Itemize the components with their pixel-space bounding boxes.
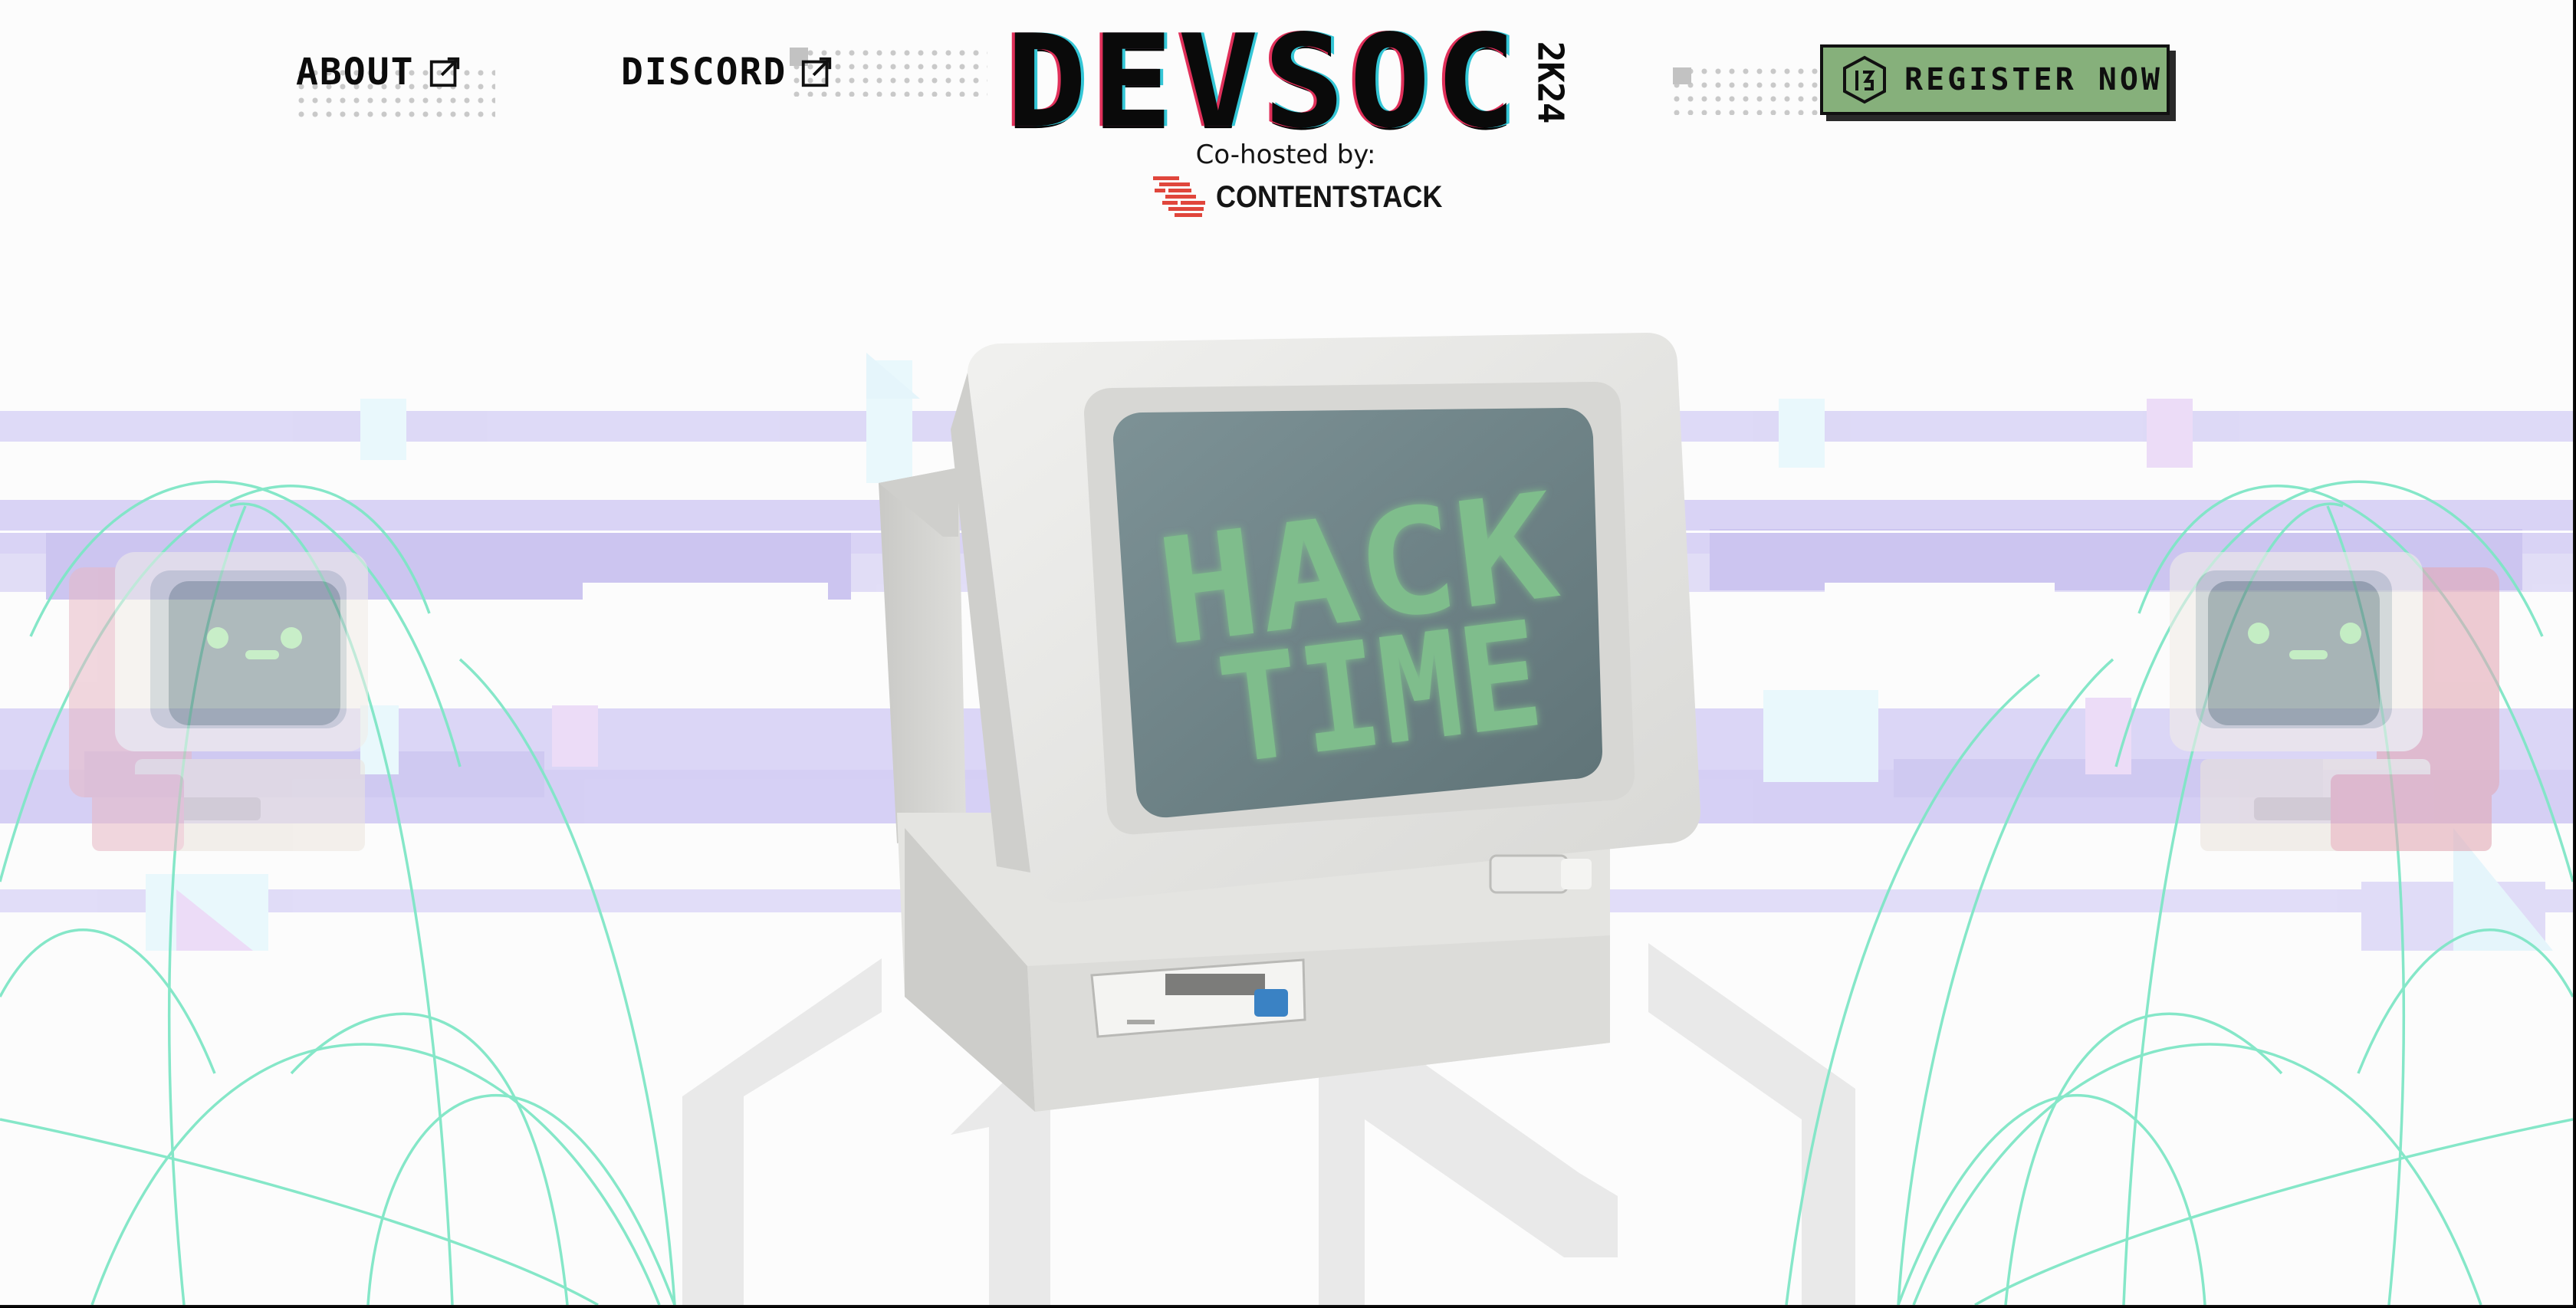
- cohost-text: Co-hosted by:: [1195, 140, 1376, 170]
- brand-logo[interactable]: DEVSOC: [1006, 7, 1573, 157]
- register-button-label: REGISTER NOW: [1904, 62, 2163, 97]
- contentstack-logo-icon: [1153, 176, 1205, 217]
- devsoc-hex-logo-icon: [1843, 55, 1886, 104]
- discord-link-label: DISCORD: [621, 51, 787, 94]
- brand-year-text: 2K24: [1530, 41, 1571, 123]
- background-watermark-shapes: [682, 943, 1855, 1305]
- external-link-icon: [429, 57, 459, 87]
- brand-title: DEVSOC: [1006, 7, 1521, 157]
- register-button[interactable]: REGISTER NOW: [1820, 44, 2170, 115]
- sponsor-logo[interactable]: CONTENTSTACK: [1152, 173, 1467, 221]
- discord-link[interactable]: DISCORD: [621, 51, 834, 94]
- page: HACK TIME ABOUT DISCORD DEVSOC 2K24 Co-h…: [0, 0, 2574, 1306]
- register-square-accent: [1673, 67, 1691, 84]
- right-computer-illustration: [2170, 552, 2499, 851]
- left-computer-illustration: [69, 552, 368, 851]
- sponsor-name: CONTENTSTACK: [1216, 179, 1443, 214]
- register-dot-grid: [1670, 64, 1820, 115]
- brand-year: 2K24: [1529, 37, 1572, 127]
- about-link[interactable]: ABOUT: [296, 51, 462, 94]
- external-link-icon: [802, 57, 832, 87]
- about-link-label: ABOUT: [296, 51, 415, 94]
